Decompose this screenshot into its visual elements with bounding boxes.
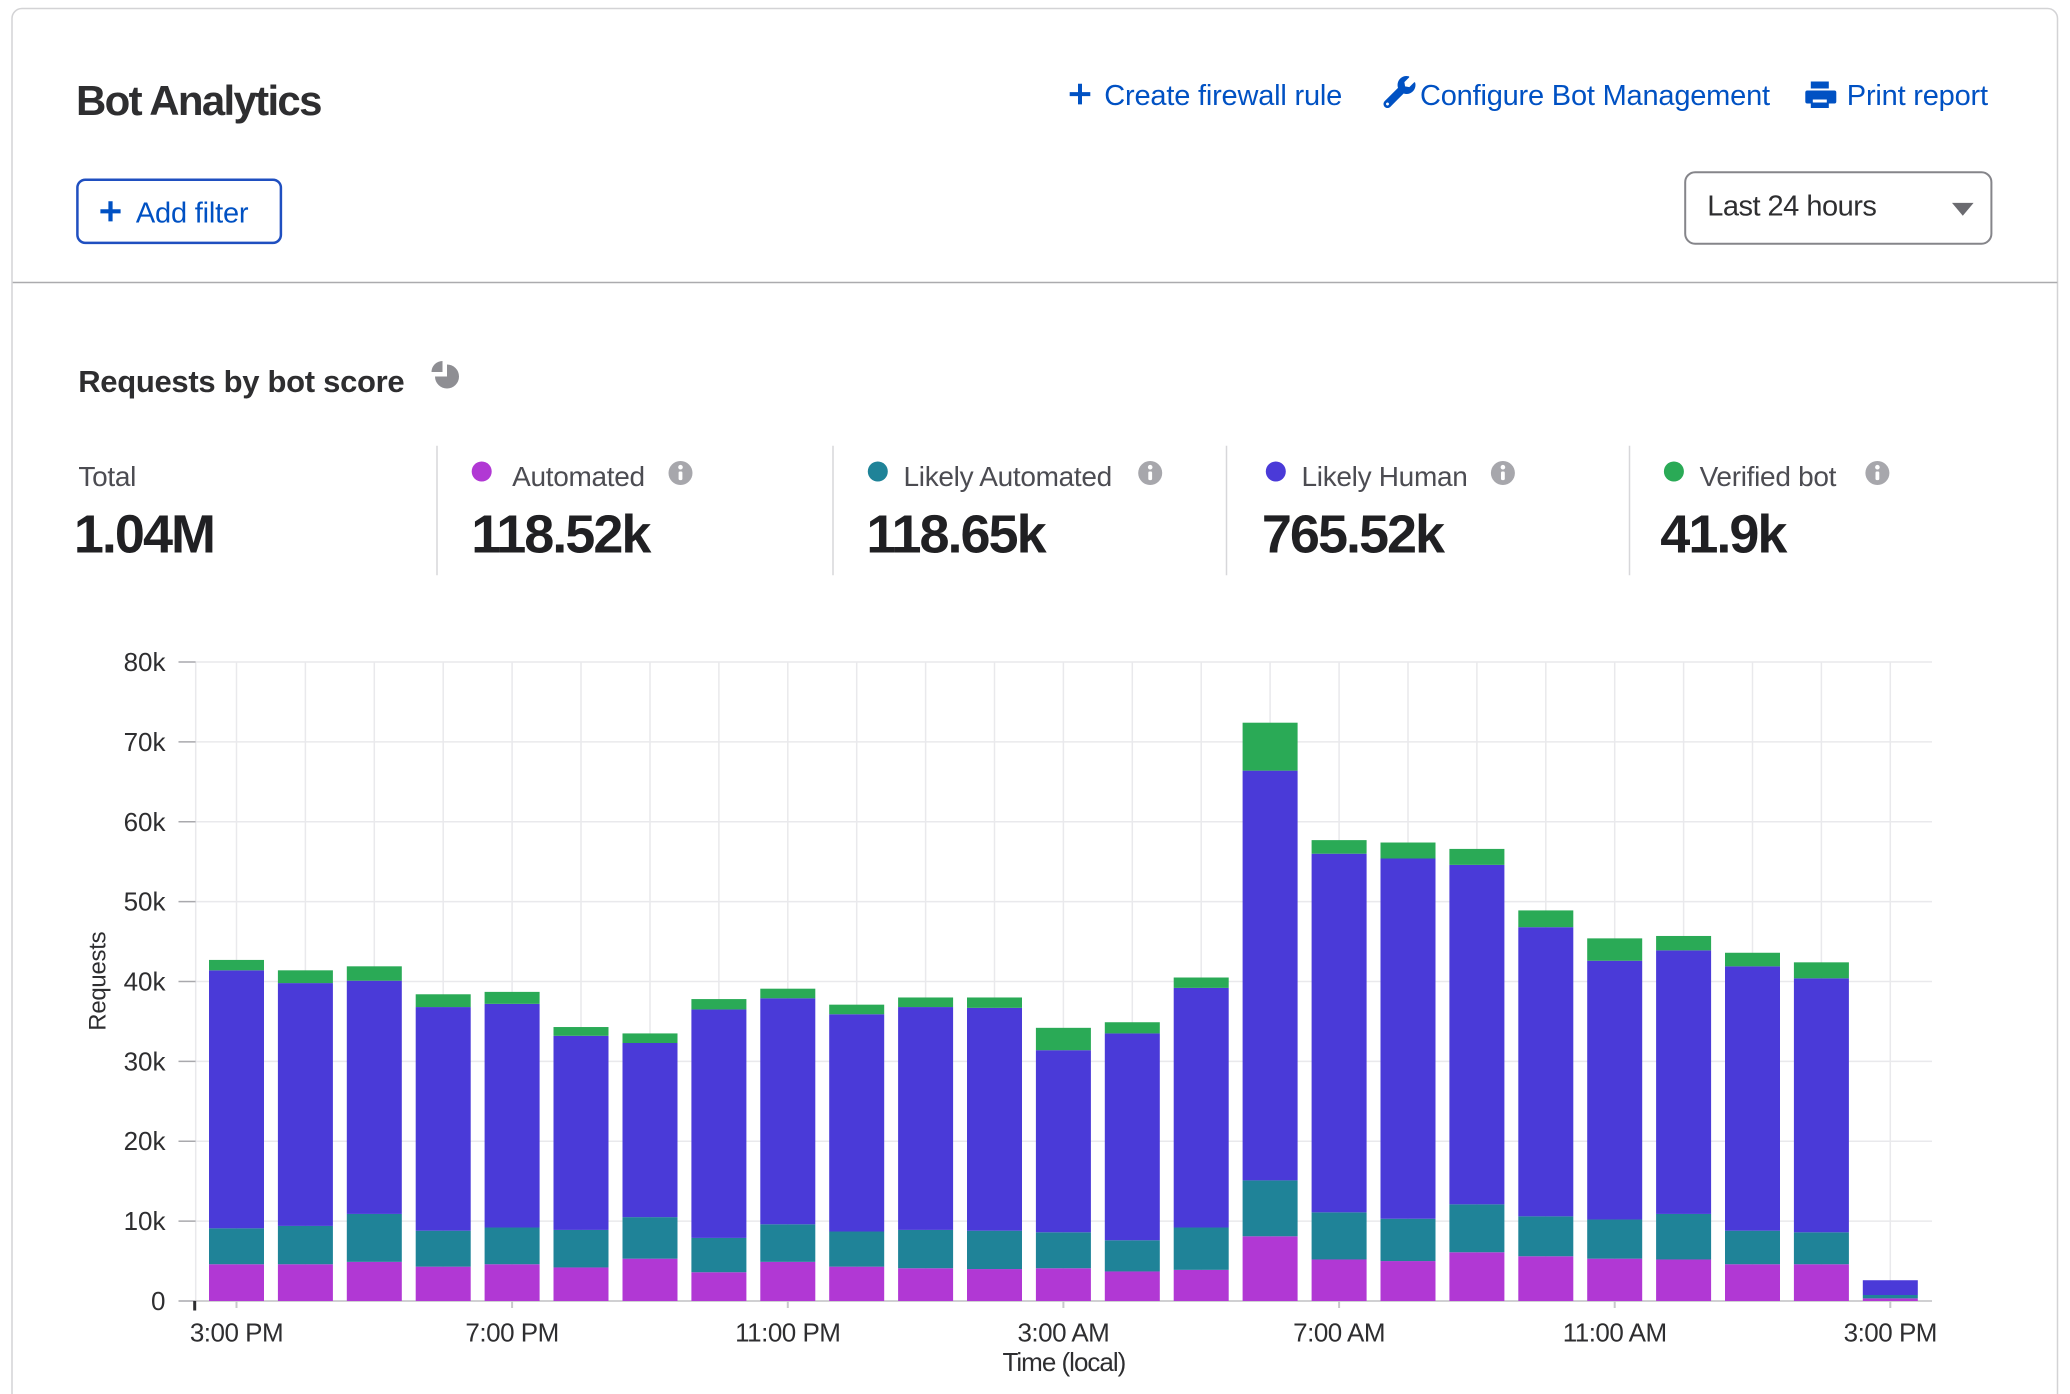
svg-text:3:00 PM: 3:00 PM (1844, 1318, 1937, 1348)
svg-text:41.9k: 41.9k (1660, 505, 1788, 565)
svg-text:Create firewall rule: Create firewall rule (1104, 80, 1342, 112)
svg-text:10k: 10k (124, 1206, 167, 1236)
svg-text:3:00 AM: 3:00 AM (1017, 1318, 1109, 1348)
svg-text:Verified bot: Verified bot (1700, 461, 1837, 492)
svg-text:Configure Bot Management: Configure Bot Management (1420, 80, 1770, 112)
svg-text:Time (local): Time (local) (1002, 1347, 1125, 1377)
svg-text:7:00 PM: 7:00 PM (465, 1318, 558, 1348)
svg-text:80k: 80k (124, 647, 167, 677)
svg-text:40k: 40k (124, 967, 167, 997)
svg-text:11:00 AM: 11:00 AM (1563, 1318, 1667, 1348)
svg-text:Print report: Print report (1847, 80, 1988, 112)
svg-text:Requests: Requests (85, 931, 112, 1030)
svg-text:118.65k: 118.65k (866, 505, 1047, 565)
svg-text:50k: 50k (124, 887, 167, 917)
svg-text:30k: 30k (124, 1046, 167, 1076)
svg-text:60k: 60k (124, 807, 167, 837)
svg-text:Total: Total (78, 461, 136, 492)
svg-text:118.52k: 118.52k (471, 505, 652, 565)
svg-text:0: 0 (151, 1286, 165, 1316)
svg-text:Likely Human: Likely Human (1302, 461, 1468, 492)
svg-text:765.52k: 765.52k (1262, 505, 1446, 565)
svg-text:11:00 PM: 11:00 PM (735, 1318, 840, 1348)
svg-text:7:00 AM: 7:00 AM (1293, 1318, 1385, 1348)
svg-text:Automated: Automated (512, 461, 645, 492)
svg-text:70k: 70k (124, 727, 167, 757)
svg-text:Requests by bot score: Requests by bot score (78, 364, 404, 399)
svg-text:Last 24 hours: Last 24 hours (1707, 190, 1876, 222)
svg-text:3:00 PM: 3:00 PM (190, 1318, 283, 1348)
svg-text:1.04M: 1.04M (74, 505, 214, 565)
svg-text:Add filter: Add filter (136, 198, 249, 230)
svg-text:20k: 20k (124, 1126, 167, 1156)
svg-text:Bot Analytics: Bot Analytics (76, 77, 321, 124)
svg-text:Likely Automated: Likely Automated (904, 461, 1112, 492)
